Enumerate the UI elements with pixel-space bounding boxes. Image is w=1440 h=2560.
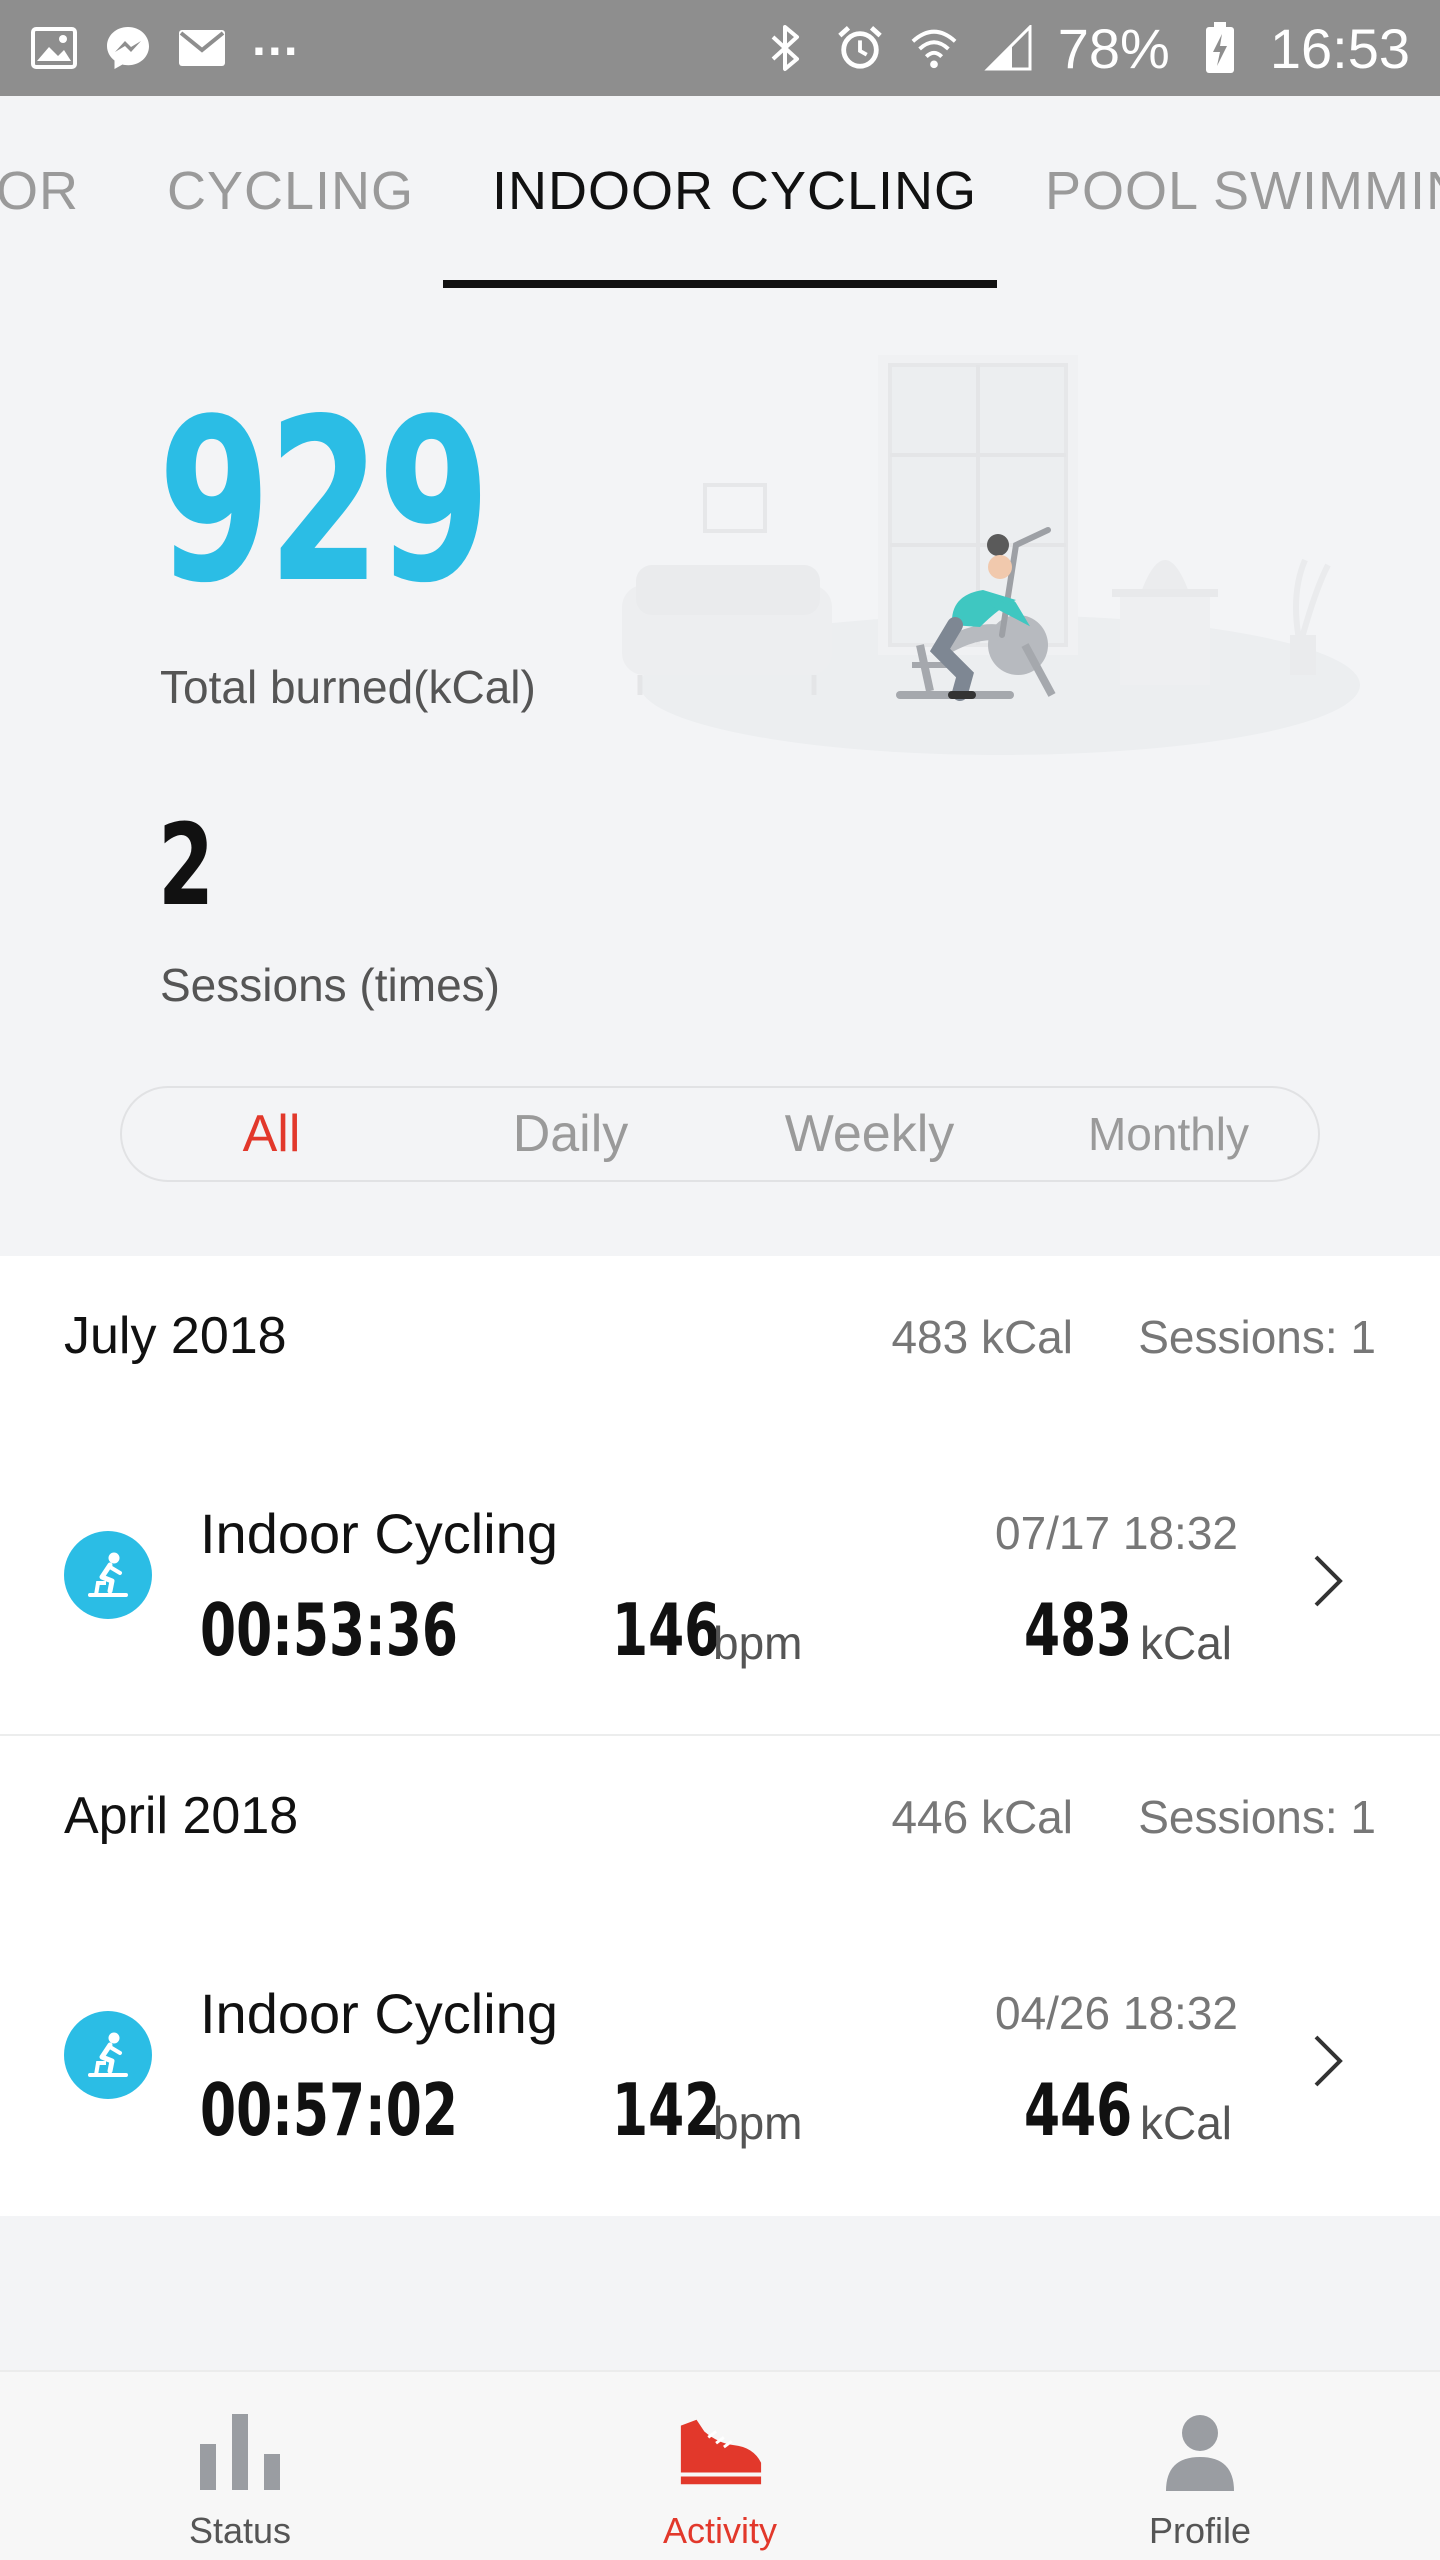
month-title: April 2018: [64, 1787, 299, 1845]
period-filter: All Daily Weekly Monthly: [120, 1086, 1320, 1182]
month-sessions: Sessions: 1: [1138, 1311, 1376, 1363]
shoe-icon: [675, 2412, 765, 2492]
tab-indoor-cycling[interactable]: INDOOR CYCLING: [492, 160, 977, 222]
activity-row[interactable]: Indoor Cycling 04/26 18:32 00:57:02 142 …: [0, 1906, 1440, 2176]
status-bar-right: 78% 16:53: [762, 16, 1410, 81]
calories-unit: kCal: [1140, 2097, 1233, 2149]
clock: 16:53: [1269, 16, 1410, 80]
nav-status[interactable]: Status: [0, 2372, 480, 2560]
total-calories-value: 929: [158, 371, 490, 633]
indoor-cycling-icon: [64, 1531, 152, 1619]
chevron-right-icon: [1314, 1555, 1343, 1607]
filter-daily[interactable]: Daily: [421, 1104, 720, 1164]
sessions-label: Sessions (times): [160, 959, 500, 1011]
tab-outdoor[interactable]: OR: [0, 160, 79, 222]
month-sessions: Sessions: 1: [1138, 1791, 1376, 1843]
nav-status-label: Status: [188, 2510, 292, 2551]
messenger-icon: [104, 24, 152, 72]
activity-history-list: July 2018 483 kCal Sessions: 1 Indoor Cy…: [0, 1256, 1440, 2216]
month-calories: 483 kCal: [891, 1311, 1073, 1363]
filter-weekly[interactable]: Weekly: [720, 1104, 1019, 1164]
activity-row[interactable]: Indoor Cycling 07/17 18:32 00:53:36 146 …: [0, 1426, 1440, 1696]
status-bar-left: ...: [30, 10, 300, 72]
alarm-icon: [836, 24, 884, 72]
wifi-icon: [910, 24, 958, 72]
indoor-cycling-illustration: [600, 345, 1360, 775]
month-title: July 2018: [64, 1307, 287, 1365]
calories-value: 446: [1024, 2068, 1133, 2152]
nav-activity[interactable]: Activity: [480, 2372, 960, 2560]
nav-activity-label: Activity: [662, 2510, 777, 2551]
summary-section: 929 Total burned(kCal) 2 Sessions (times…: [0, 290, 1440, 1256]
activity-datetime: 07/17 18:32: [994, 1507, 1238, 1559]
battery-charging-icon: [1196, 22, 1244, 73]
month-header: April 2018 446 kCal Sessions: 1: [0, 1736, 1440, 1906]
indoor-cycling-icon: [64, 2011, 152, 2099]
tab-pool-swimming[interactable]: POOL SWIMMIN: [1045, 160, 1440, 222]
month-header: July 2018 483 kCal Sessions: 1: [0, 1256, 1440, 1426]
more-notifications: ...: [252, 10, 300, 66]
gallery-icon: [30, 24, 78, 72]
status-bar: ... 78% 16:53: [0, 0, 1440, 96]
bar-chart-icon: [195, 2412, 285, 2492]
filter-monthly[interactable]: Monthly: [1019, 1107, 1318, 1161]
activity-type-tabs: OR CYCLING INDOOR CYCLING POOL SWIMMIN: [0, 96, 1440, 290]
mail-icon: [178, 24, 226, 72]
filter-all[interactable]: All: [122, 1104, 421, 1164]
bluetooth-icon: [762, 24, 810, 72]
bottom-navigation: Status Activity Profile: [0, 2370, 1440, 2560]
calories-unit: kCal: [1140, 1617, 1233, 1669]
activity-duration: 00:53:36: [200, 1588, 458, 1672]
active-tab-indicator: [443, 280, 997, 288]
heart-rate-value: 142: [612, 2068, 721, 2152]
nav-profile[interactable]: Profile: [960, 2372, 1440, 2560]
heart-rate-value: 146: [612, 1588, 721, 1672]
heart-rate-unit: bpm: [713, 1617, 803, 1669]
tab-cycling[interactable]: CYCLING: [167, 160, 414, 222]
calories-value: 483: [1024, 1588, 1133, 1672]
sessions-count: 2: [158, 801, 215, 931]
chevron-right-icon: [1314, 2035, 1343, 2087]
activity-duration: 00:57:02: [200, 2068, 458, 2152]
heart-rate-unit: bpm: [713, 2097, 803, 2149]
activity-title: Indoor Cycling: [200, 1982, 558, 2045]
nav-profile-label: Profile: [1148, 2510, 1252, 2551]
person-icon: [1155, 2412, 1245, 2492]
battery-percent: 78%: [1057, 16, 1170, 80]
month-calories: 446 kCal: [891, 1791, 1073, 1843]
activity-datetime: 04/26 18:32: [994, 1987, 1238, 2039]
total-calories-label: Total burned(kCal): [160, 661, 536, 713]
activity-title: Indoor Cycling: [200, 1502, 558, 1565]
signal-icon: [984, 24, 1032, 72]
